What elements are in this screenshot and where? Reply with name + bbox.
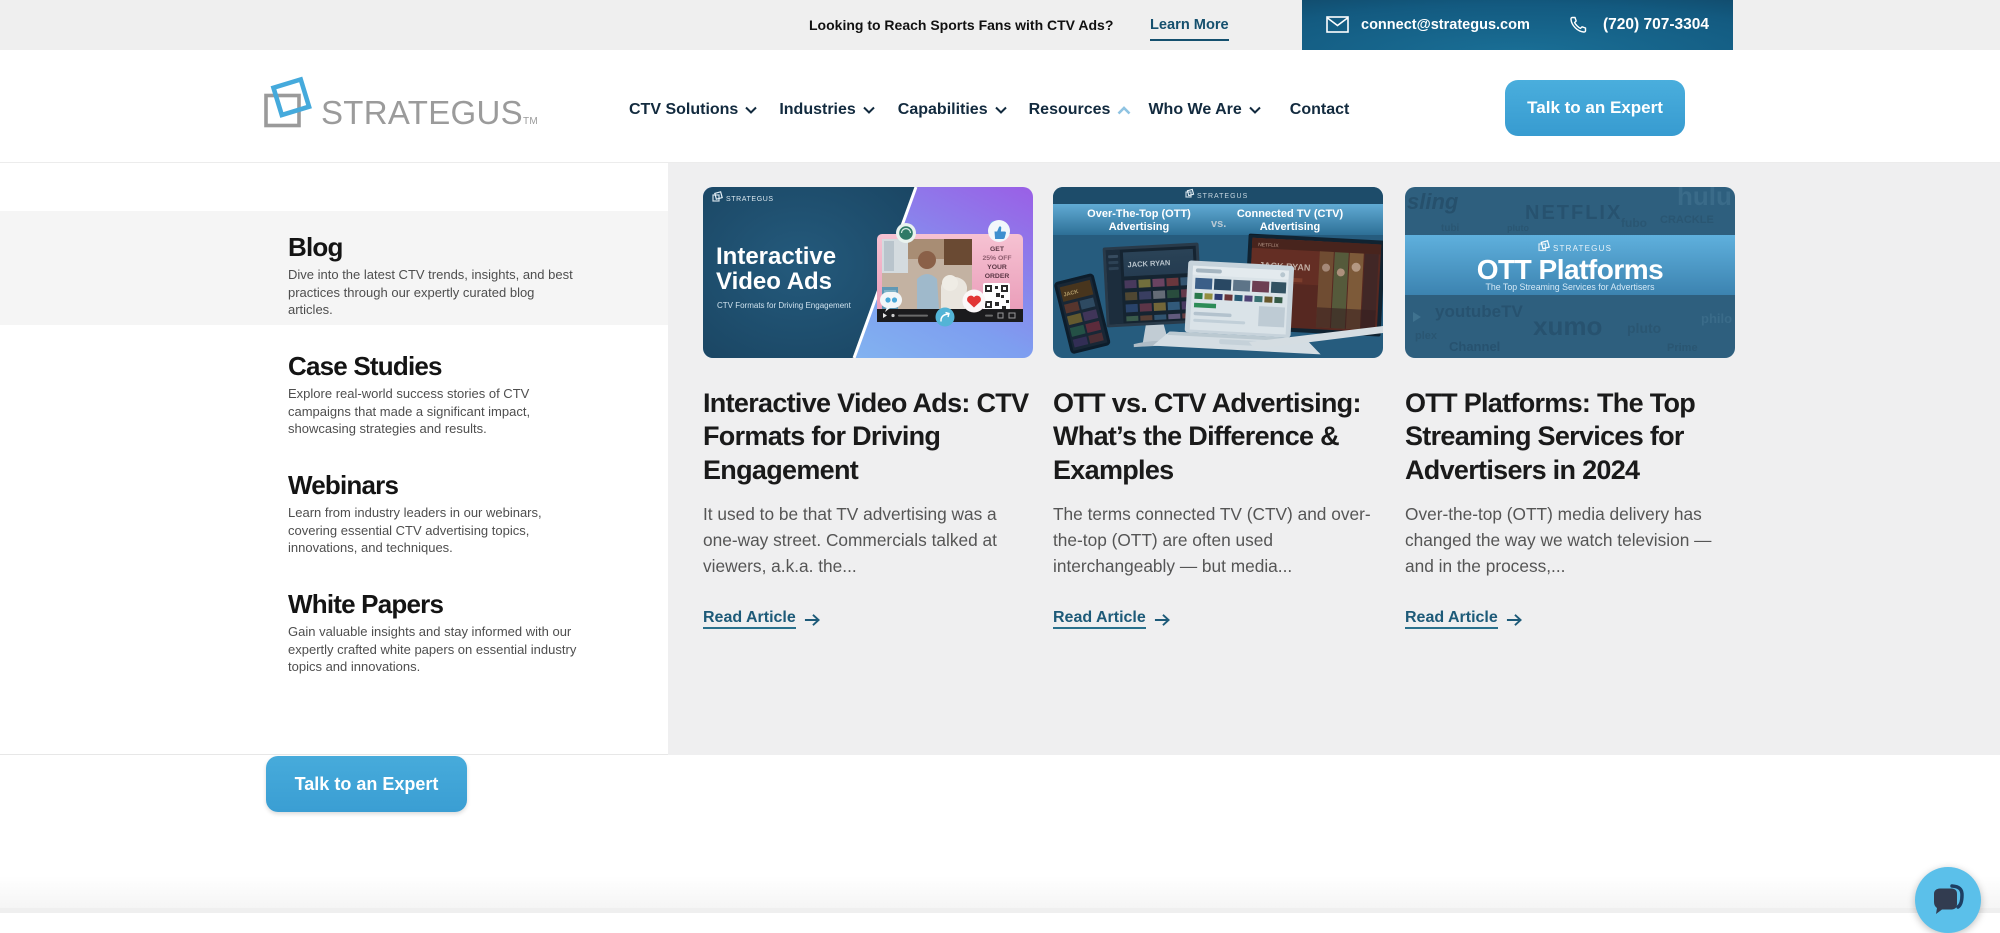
- svg-text:pluto: pluto: [1627, 320, 1661, 336]
- svg-text:youtubeTV: youtubeTV: [1435, 302, 1523, 321]
- svg-text:Connected TV (CTV): Connected TV (CTV): [1237, 208, 1344, 220]
- svg-text:hulu: hulu: [1677, 187, 1732, 211]
- svg-text:Over-The-Top (OTT): Over-The-Top (OTT): [1087, 208, 1191, 220]
- svg-text:vs.: vs.: [1211, 218, 1226, 230]
- svg-text:philo: philo: [1701, 311, 1732, 326]
- svg-text:The Top Streaming Services for: The Top Streaming Services for Advertise…: [1485, 282, 1655, 292]
- svg-text:NETFLIX: NETFLIX: [1525, 202, 1622, 224]
- svg-text:ORDER: ORDER: [985, 273, 1010, 280]
- svg-text:GET: GET: [990, 246, 1005, 253]
- svg-text:tubi: tubi: [1441, 223, 1460, 234]
- svg-text:STRATEGUS: STRATEGUS: [1197, 193, 1248, 200]
- svg-text:CRACKLE: CRACKLE: [1660, 214, 1714, 226]
- svg-text:fubo: fubo: [1621, 216, 1647, 230]
- svg-text:STRATEGUS: STRATEGUS: [726, 196, 774, 203]
- svg-text:Prime: Prime: [1667, 342, 1698, 354]
- svg-text:25% OFF: 25% OFF: [982, 255, 1011, 262]
- svg-text:OTT Platforms: OTT Platforms: [1477, 254, 1663, 285]
- svg-text:xumo: xumo: [1533, 311, 1602, 341]
- svg-text:CTV Formats for Driving Engage: CTV Formats for Driving Engagement: [717, 301, 852, 310]
- svg-text:Interactive: Interactive: [716, 243, 836, 270]
- svg-text:Advertising: Advertising: [1109, 221, 1170, 233]
- svg-text:pluto: pluto: [1507, 223, 1529, 233]
- svg-text:Channel: Channel: [1449, 339, 1500, 354]
- svg-text:sling: sling: [1407, 189, 1459, 214]
- svg-text:Video Ads: Video Ads: [716, 268, 832, 295]
- svg-text:plex: plex: [1415, 330, 1438, 342]
- svg-text:YOUR: YOUR: [987, 264, 1007, 271]
- svg-text:Advertising: Advertising: [1260, 221, 1321, 233]
- svg-text:STRATEGUS: STRATEGUS: [1553, 244, 1612, 253]
